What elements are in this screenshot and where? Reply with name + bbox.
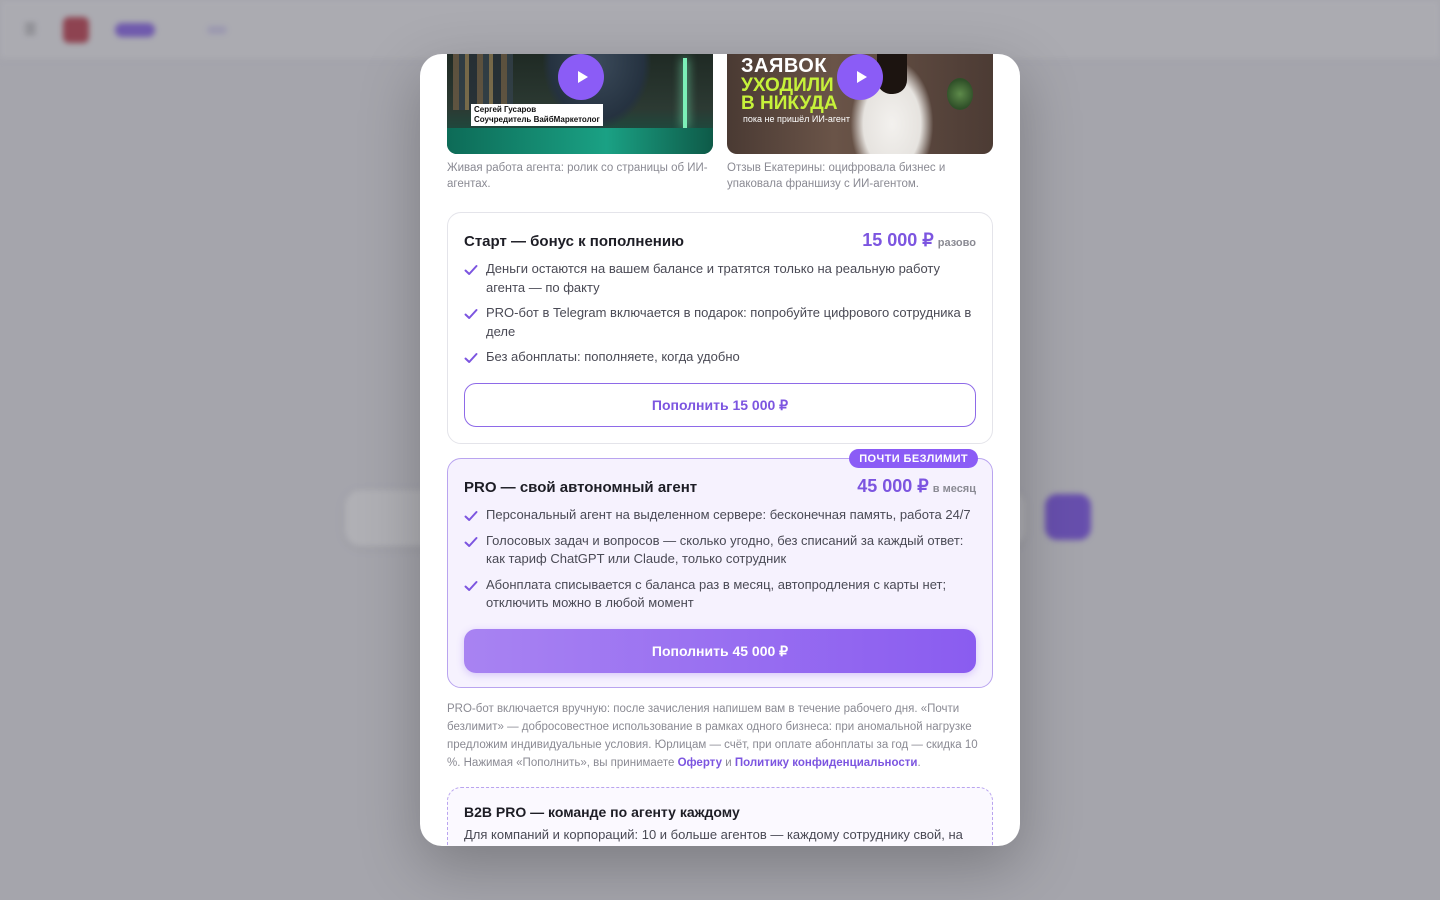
plan-price: 15 000 ₽ <box>862 230 934 250</box>
play-button[interactable] <box>558 54 604 100</box>
video-caption: Живая работа агента: ролик со страницы о… <box>447 162 708 190</box>
plan-price-group: 15 000 ₽ разово <box>862 230 976 251</box>
feature-list: Деньги остаются на вашем балансе и тратя… <box>464 260 976 374</box>
plan-card-start: Старт — бонус к пополнению 15 000 ₽ разов… <box>447 212 993 444</box>
video-thumbnail-review[interactable]: ЗАЯВОК УХОДИЛИ В НИКУДА пока не пришёл И… <box>727 54 993 154</box>
video-overlay-caption: Сергей Гусаров Соучредитель ВайбМаркетол… <box>471 104 603 126</box>
feature-text: PRO-бот в Telegram включается в подарок:… <box>486 305 972 339</box>
plan-title: PRO — свой автономный агент <box>464 479 698 496</box>
video-overlay-title-line3: В НИКУДА <box>741 93 838 114</box>
feature-item: PRO-бот в Telegram включается в подарок:… <box>464 304 976 341</box>
plan-card-b2b[interactable]: B2B PRO — команде по агенту каждому Для … <box>447 787 993 846</box>
feature-item: Абонплата списывается с баланса раз в ме… <box>464 576 976 613</box>
feature-item: Голосовых задач и вопросов — сколько уго… <box>464 532 976 569</box>
feature-list: Персональный агент на выделенном сервере… <box>464 506 976 620</box>
plan-badge: ПОЧТИ БЕЗЛИМИТ <box>849 449 978 468</box>
video-scene-plant <box>947 78 973 110</box>
video-scene-desk <box>447 128 713 154</box>
plan-price-unit: разово <box>937 237 976 249</box>
privacy-policy-link[interactable]: Политику конфиденциальности <box>735 757 918 769</box>
topup-15000-button[interactable]: Пополнить 15 000 ₽ <box>464 383 976 427</box>
video-captions: Живая работа агента: ролик со страницы о… <box>447 160 993 192</box>
topup-45000-button[interactable]: Пополнить 45 000 ₽ <box>464 629 976 673</box>
plan-price-group: 45 000 ₽ в месяц <box>857 476 976 497</box>
b2b-description: Для компаний и корпораций: 10 и больше а… <box>464 827 963 842</box>
feature-item: Деньги остаются на вашем балансе и тратя… <box>464 260 976 297</box>
plan-card-pro: ПОЧТИ БЕЗЛИМИТ PRO — свой автономный аге… <box>447 449 993 688</box>
legal-note: PRO-бот включается вручную: после зачисл… <box>447 700 993 772</box>
play-icon <box>577 71 588 83</box>
feature-text: Персональный агент на выделенном сервере… <box>486 507 971 522</box>
pricing-modal: Сергей Гусаров Соучредитель ВайбМаркетол… <box>420 54 1020 846</box>
video-scene-lamp <box>683 58 687 128</box>
feature-item: Без абонплаты: пополняете, когда удобно <box>464 348 976 367</box>
video-thumbnail-agent-work[interactable]: Сергей Гусаров Соучредитель ВайбМаркетол… <box>447 54 713 154</box>
check-icon <box>464 307 478 321</box>
video-row: Сергей Гусаров Соучредитель ВайбМаркетол… <box>447 54 993 154</box>
feature-text: Голосовых задач и вопросов — сколько уго… <box>486 532 964 567</box>
video-caption: Отзыв Екатерины: оцифровала бизнес и упа… <box>727 162 946 190</box>
check-icon <box>464 535 478 549</box>
video-overlay-subtitle: пока не пришёл ИИ-агент <box>743 114 851 124</box>
check-icon <box>464 351 478 365</box>
plan-title: Старт — бонус к пополнению <box>464 233 684 250</box>
legal-note-end: . <box>917 757 921 769</box>
plan-price: 45 000 ₽ <box>857 476 929 496</box>
offer-link[interactable]: Оферту <box>678 757 722 769</box>
play-icon <box>856 71 867 83</box>
check-icon <box>464 509 478 523</box>
b2b-title: B2B PRO — команде по агенту каждому <box>464 804 740 820</box>
plan-header: Старт — бонус к пополнению 15 000 ₽ разов… <box>464 230 976 251</box>
play-button[interactable] <box>837 54 883 100</box>
feature-text: Деньги остаются на вашем балансе и тратя… <box>486 261 941 295</box>
check-icon <box>464 579 478 593</box>
feature-item: Персональный агент на выделенном сервере… <box>464 506 976 525</box>
plan-header: PRO — свой автономный агент 45 000 ₽ в ме… <box>464 476 976 497</box>
feature-text: Абонплата списывается с баланса раз в ме… <box>486 576 947 611</box>
video-scene-shelf <box>453 54 513 110</box>
plan-price-unit: в месяц <box>932 483 976 495</box>
feature-text: Без абонплаты: пополняете, когда удобно <box>486 349 740 364</box>
check-icon <box>464 263 478 277</box>
legal-note-and: и <box>722 757 735 769</box>
